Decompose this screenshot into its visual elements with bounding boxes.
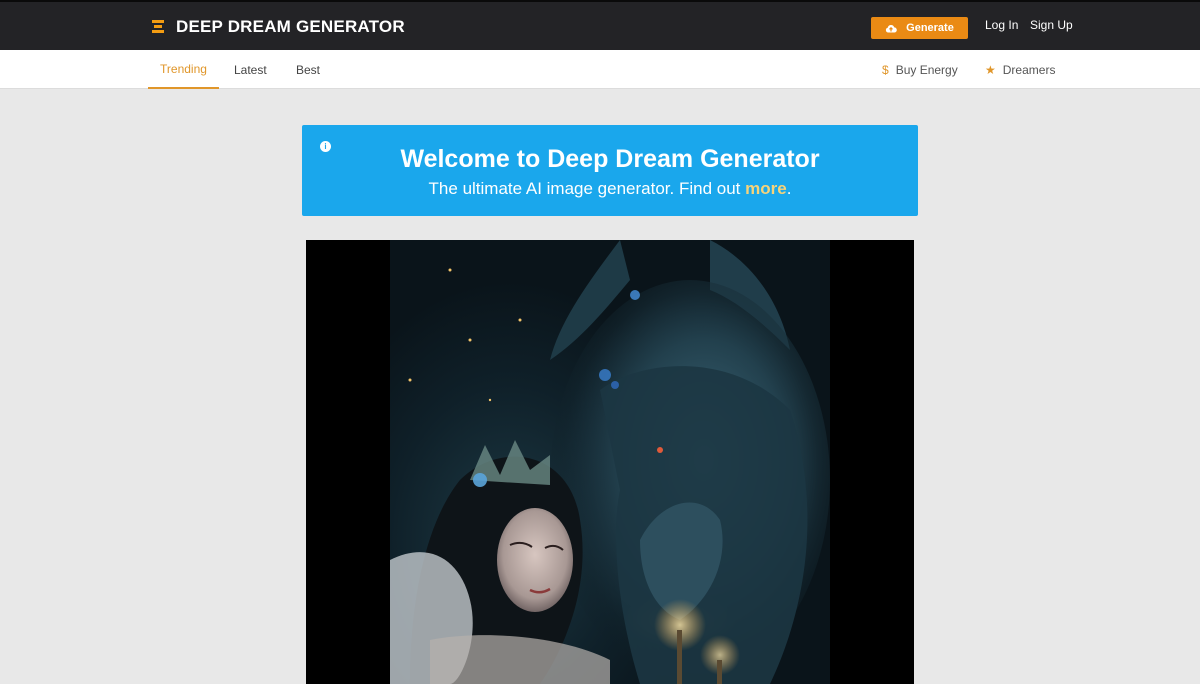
star-icon: ★ [985, 62, 996, 77]
dollar-icon: $ [882, 62, 889, 77]
buy-energy-link[interactable]: $ Buy Energy [882, 50, 958, 89]
generate-label: Generate [906, 22, 954, 34]
signup-link[interactable]: Sign Up [1030, 18, 1073, 32]
welcome-banner: i Welcome to Deep Dream Generator The ul… [302, 125, 918, 216]
brand-name: DEEP DREAM GENERATOR [176, 17, 405, 36]
banner-subtitle-period: . [786, 179, 792, 198]
dreamers-link[interactable]: ★ Dreamers [985, 50, 1055, 89]
tab-latest[interactable]: Latest [234, 50, 267, 89]
banner-title: Welcome to Deep Dream Generator [400, 145, 820, 173]
tab-trending[interactable]: Trending [148, 50, 219, 89]
secondary-nav: Trending Latest Best $ Buy Energy ★ Drea… [0, 50, 1200, 89]
featured-artwork[interactable] [390, 240, 830, 684]
cloud-upload-icon [885, 24, 897, 33]
buy-energy-label: Buy Energy [895, 62, 958, 77]
dreamers-label: Dreamers [1002, 62, 1056, 77]
artwork-illustration [390, 240, 830, 684]
more-link[interactable]: more [745, 179, 787, 198]
logo-icon [150, 18, 166, 36]
generate-button[interactable]: Generate [871, 17, 968, 39]
brand-link[interactable]: DEEP DREAM GENERATOR [150, 16, 405, 38]
banner-subtitle: The ultimate AI image generator. Find ou… [302, 179, 918, 199]
top-navbar: DEEP DREAM GENERATOR Generate Log In Sig… [0, 0, 1200, 50]
banner-subtitle-text: The ultimate AI image generator. Find ou… [428, 179, 746, 198]
login-link[interactable]: Log In [985, 18, 1018, 32]
featured-image-frame[interactable] [306, 240, 914, 684]
tab-best[interactable]: Best [296, 50, 320, 89]
